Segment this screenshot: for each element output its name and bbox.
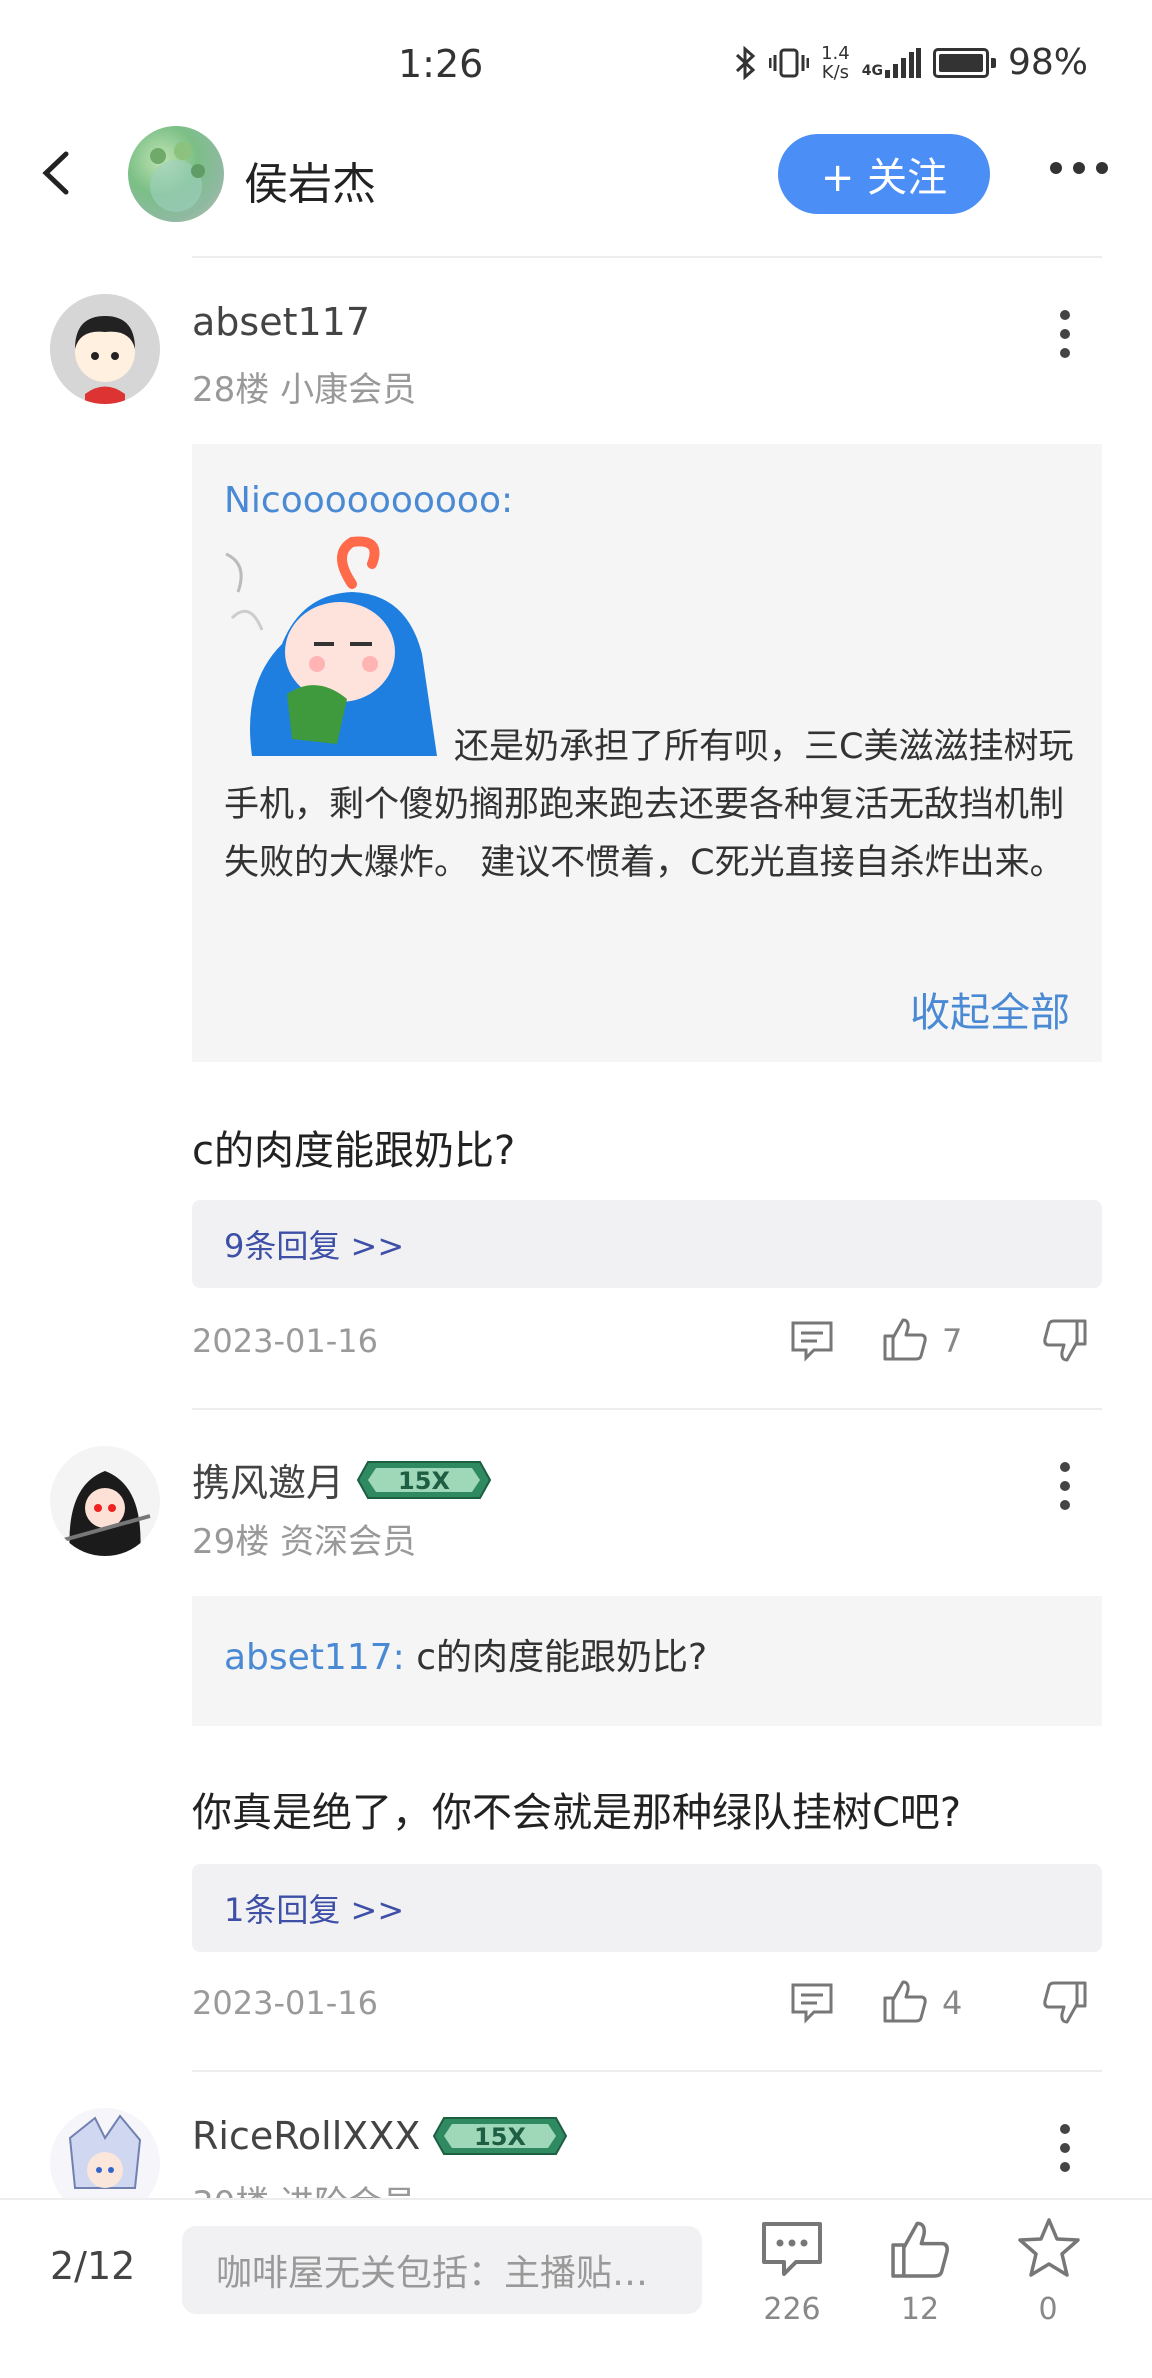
thumb-up-icon[interactable] <box>888 2218 952 2280</box>
thumb-up-icon[interactable] <box>882 1316 928 1362</box>
collapse-all-link[interactable]: 收起全部 <box>910 980 1070 1038</box>
battery-percent: 98% <box>1007 42 1088 83</box>
more-vertical-icon[interactable] <box>1060 1462 1070 1510</box>
quote-text: c的肉度能跟奶比? <box>416 1637 708 1678</box>
page-indicator[interactable]: 2/12 <box>50 2244 135 2288</box>
comment-date: 2023-01-16 <box>192 1322 378 1360</box>
comment-username[interactable]: RiceRollXXX <box>192 2114 420 2158</box>
star-icon[interactable] <box>1016 2216 1082 2280</box>
more-horizontal-icon[interactable] <box>1050 162 1108 174</box>
comment-date: 2023-01-16 <box>192 1984 378 2022</box>
net-speed: 1.4 K/s <box>821 42 850 83</box>
follow-button[interactable]: + 关注 <box>778 134 990 214</box>
thumb-down-icon[interactable] <box>1042 1980 1088 2026</box>
level-badge-icon: 15X <box>433 2117 568 2155</box>
quote-username[interactable]: abset117: <box>224 1637 405 1678</box>
like-count: 4 <box>942 1984 963 2022</box>
comment-input[interactable]: 咖啡屋无关包括：主播贴… <box>182 2226 702 2314</box>
likes-count: 12 <box>900 2292 940 2327</box>
divider <box>192 2070 1102 2072</box>
comment-floor: 28楼 小康会员 <box>192 370 417 410</box>
status-icons: 1.4 K/s 4G 98% <box>735 42 1088 83</box>
comment-icon[interactable] <box>790 1318 834 1362</box>
divider <box>192 256 1102 258</box>
comment-floor: 29楼 资深会员 <box>192 1522 417 1562</box>
replies-box[interactable]: 1条回复 >> <box>192 1864 1102 1952</box>
back-arrow-icon[interactable] <box>36 148 76 198</box>
network-type: 4G <box>861 62 883 79</box>
battery-icon <box>932 47 989 78</box>
view-replies-link[interactable]: 9条回复 >> <box>224 1221 404 1267</box>
author-name[interactable]: 侯岩杰 <box>244 148 376 212</box>
like-count: 7 <box>942 1322 963 1360</box>
quote-box: abset117: c的肉度能跟奶比? <box>192 1596 1102 1726</box>
thumb-down-icon[interactable] <box>1042 1318 1088 1364</box>
quote-text: 还是奶承担了所有呗，三C美滋滋挂树玩手机，剩个傻奶搁那跑来跑去还要各种复活无敌挡… <box>224 727 1074 883</box>
comment-username[interactable]: 携风邀月 <box>192 1452 344 1507</box>
more-vertical-icon[interactable] <box>1060 310 1070 358</box>
replies-box[interactable]: 9条回复 >> <box>192 1200 1102 1288</box>
comments-count: 226 <box>763 2292 821 2327</box>
bluetooth-icon <box>736 45 756 80</box>
more-vertical-icon[interactable] <box>1060 2124 1070 2172</box>
favorites-count: 0 <box>1038 2292 1058 2327</box>
status-time: 1:26 <box>398 42 484 86</box>
svg-text:15X: 15X <box>398 1467 450 1495</box>
comment-icon[interactable] <box>760 2220 824 2280</box>
user-avatar[interactable] <box>50 294 160 404</box>
quote-username[interactable]: Nicoooooooooo: <box>224 480 513 521</box>
user-avatar[interactable] <box>50 1446 160 1556</box>
vibrate-icon <box>769 48 810 77</box>
comment-text: c的肉度能跟奶比? <box>192 1128 516 1174</box>
author-avatar[interactable] <box>128 126 224 222</box>
signal-icon <box>884 47 921 78</box>
comment-text: 你真是绝了，你不会就是那种绿队挂树C吧? <box>192 1790 962 1836</box>
quote-box: Nicoooooooooo: 还是奶承担了所有呗，三C美滋滋挂树玩手机，剩个傻奶… <box>192 444 1102 1062</box>
level-badge-icon: 15X <box>356 1460 492 1499</box>
comment-icon[interactable] <box>790 1980 834 2024</box>
svg-text:15X: 15X <box>474 2123 526 2151</box>
divider <box>192 1408 1102 1410</box>
view-replies-link[interactable]: 1条回复 >> <box>224 1885 404 1931</box>
comment-username[interactable]: abset117 <box>192 300 370 344</box>
thumb-up-icon[interactable] <box>882 1978 928 2024</box>
